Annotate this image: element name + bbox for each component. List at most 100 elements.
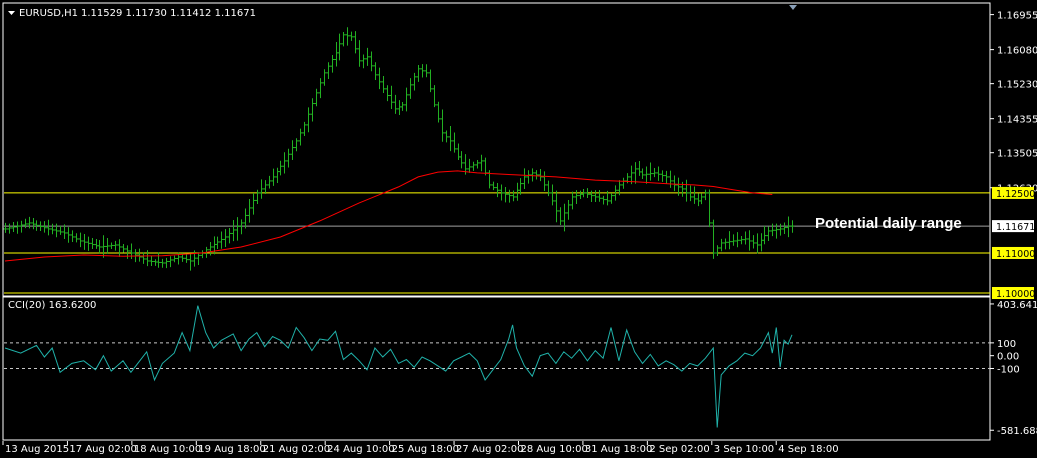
time-tick-label: 3 Sep 10:00 bbox=[714, 444, 774, 455]
price-bar bbox=[302, 121, 307, 137]
price-bar bbox=[452, 132, 457, 153]
price-bar bbox=[172, 255, 177, 263]
price-bar bbox=[278, 160, 283, 176]
price-bar bbox=[46, 219, 51, 236]
menu-arrow-icon[interactable] bbox=[8, 11, 15, 15]
level-price-label: 1.10000 bbox=[992, 286, 1035, 300]
price-bar bbox=[385, 85, 390, 102]
price-bar bbox=[219, 231, 224, 249]
price-bar bbox=[27, 216, 32, 229]
price-bar bbox=[255, 189, 260, 204]
time-tick-label: 24 Aug 10:00 bbox=[327, 444, 394, 455]
price-bar bbox=[518, 178, 523, 195]
price-bar bbox=[373, 62, 378, 80]
scroll-marker-icon[interactable] bbox=[789, 5, 797, 10]
price-bar bbox=[566, 200, 571, 220]
price-bar bbox=[467, 158, 472, 173]
price-bar bbox=[397, 100, 402, 116]
price-bars bbox=[3, 27, 795, 271]
price-bar bbox=[271, 168, 276, 186]
price-axis: 1.169551.160801.152301.143551.135051.126… bbox=[990, 11, 1037, 195]
cci-header: CCI(20) 163.6200 bbox=[8, 300, 96, 311]
price-bar bbox=[637, 161, 642, 176]
price-bar bbox=[479, 154, 484, 172]
price-bar bbox=[770, 223, 775, 237]
price-bar bbox=[7, 223, 12, 234]
price-bar bbox=[778, 223, 783, 236]
time-tick-label: 27 Aug 02:00 bbox=[456, 444, 523, 455]
cci-tick-label: 100 bbox=[997, 339, 1016, 350]
cci-line bbox=[4, 305, 793, 428]
price-tick-label: 1.16955 bbox=[997, 11, 1037, 22]
price-bar bbox=[97, 239, 102, 254]
price-bar bbox=[554, 190, 559, 223]
price-bar bbox=[656, 166, 661, 181]
price-bar bbox=[786, 216, 791, 238]
price-bar bbox=[361, 54, 366, 69]
price-bar bbox=[715, 245, 720, 256]
price-bar bbox=[247, 199, 252, 223]
price-bar bbox=[275, 167, 280, 183]
price-bar bbox=[156, 252, 161, 268]
trading-chart: 1.169551.160801.152301.143551.135051.126… bbox=[2, 2, 1037, 455]
price-bar bbox=[538, 168, 543, 182]
price-bar bbox=[117, 239, 122, 257]
price-bar bbox=[759, 233, 764, 252]
price-bar bbox=[487, 170, 492, 189]
time-tick-label: 17 Aug 02:00 bbox=[69, 444, 136, 455]
time-tick-label: 18 Aug 10:00 bbox=[134, 444, 201, 455]
price-bar bbox=[82, 234, 87, 250]
price-bar bbox=[334, 41, 339, 67]
price-bar bbox=[365, 47, 370, 66]
price-tick-label: 1.15230 bbox=[997, 80, 1037, 91]
price-bar bbox=[113, 240, 118, 251]
price-bar bbox=[515, 182, 520, 201]
level-price-text: 1.11000 bbox=[996, 249, 1035, 260]
price-bar bbox=[699, 193, 704, 205]
price-bar bbox=[766, 226, 771, 242]
price-bar bbox=[235, 217, 240, 241]
price-bar bbox=[337, 33, 342, 61]
price-bar bbox=[381, 76, 386, 94]
price-bar bbox=[105, 237, 110, 254]
price-bar bbox=[739, 235, 744, 245]
price-bar bbox=[125, 245, 130, 259]
price-bar bbox=[251, 192, 256, 215]
price-bar bbox=[432, 85, 437, 108]
price-bar bbox=[558, 207, 563, 226]
price-bar bbox=[74, 233, 79, 243]
price-bar bbox=[341, 31, 346, 47]
time-tick-label: 28 Aug 10:00 bbox=[520, 444, 587, 455]
price-bar bbox=[231, 220, 236, 242]
cci-tick-label: -581.6886 bbox=[997, 426, 1037, 437]
price-bar bbox=[141, 252, 146, 264]
price-bar bbox=[648, 162, 653, 181]
price-tick-label: 1.16080 bbox=[997, 46, 1037, 57]
price-bar bbox=[294, 138, 299, 152]
price-bar bbox=[318, 78, 323, 99]
price-bar bbox=[495, 183, 500, 198]
main-pane-frame bbox=[2, 2, 991, 297]
price-bar bbox=[286, 148, 291, 168]
level-price-text: 1.11671 bbox=[996, 222, 1035, 233]
price-bar bbox=[743, 231, 748, 245]
price-bar bbox=[282, 152, 287, 174]
price-bar bbox=[393, 94, 398, 114]
price-bar bbox=[101, 235, 106, 258]
price-bar bbox=[42, 221, 47, 233]
time-tick-label: 25 Aug 18:00 bbox=[392, 444, 459, 455]
price-bar bbox=[534, 170, 539, 180]
price-bar bbox=[263, 180, 268, 194]
price-bar bbox=[703, 189, 708, 201]
price-bar bbox=[23, 218, 28, 229]
price-bar bbox=[664, 170, 669, 184]
price-bar bbox=[782, 222, 787, 234]
price-bar bbox=[424, 64, 429, 78]
price-bar bbox=[601, 195, 606, 205]
price-bar bbox=[570, 191, 575, 210]
price-bar bbox=[597, 190, 602, 202]
price-bar bbox=[731, 234, 736, 246]
price-bar bbox=[3, 222, 8, 233]
price-bar bbox=[31, 217, 36, 230]
price-bar bbox=[507, 189, 512, 203]
